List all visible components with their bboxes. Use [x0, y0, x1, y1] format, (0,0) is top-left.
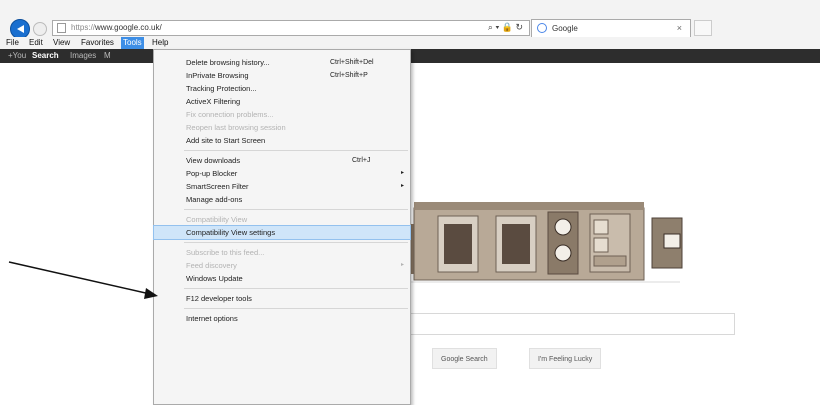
- annotation-arrow: [8, 261, 158, 299]
